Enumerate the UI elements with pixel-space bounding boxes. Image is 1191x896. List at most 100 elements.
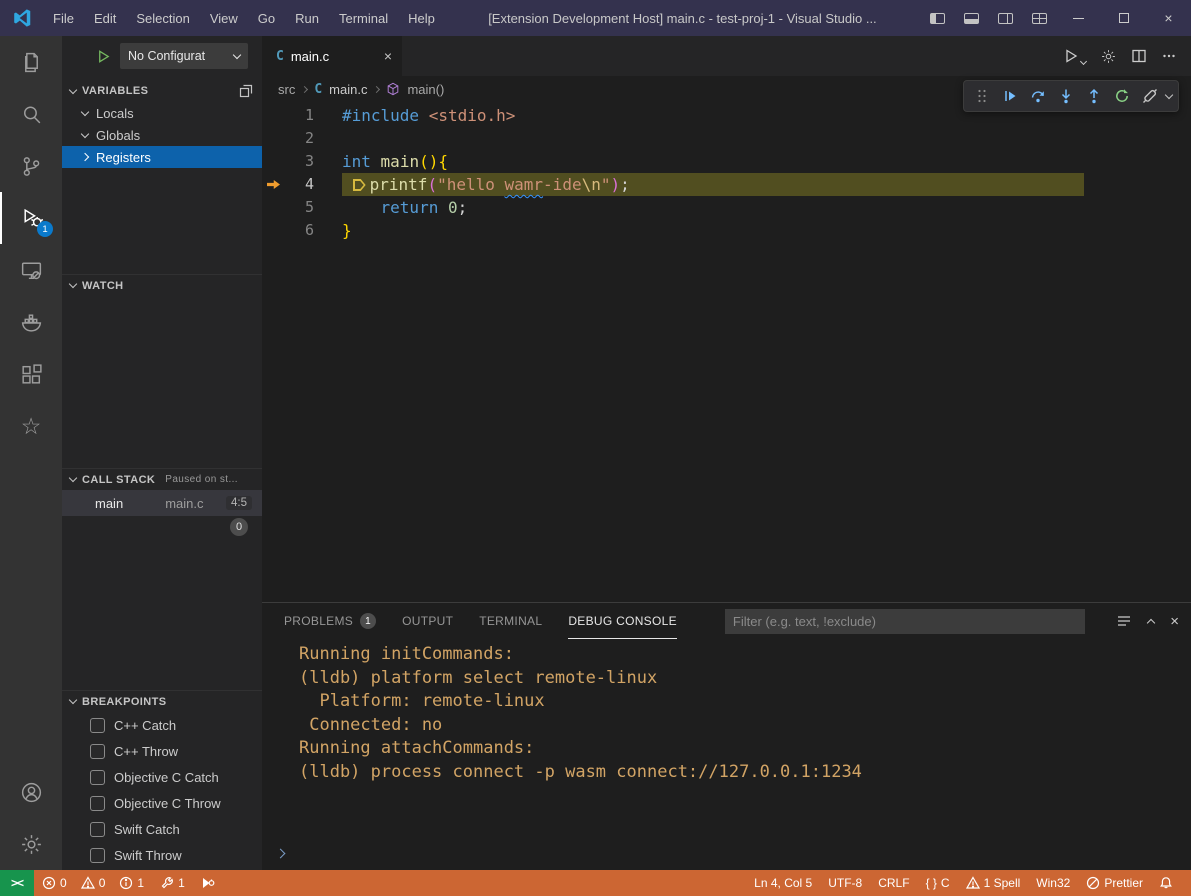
glyph-margin[interactable] [262,173,292,196]
debug-session-dropdown-icon[interactable] [1165,90,1173,98]
menu-item[interactable]: Terminal [329,6,398,31]
toolbar-drag-handle[interactable] [970,84,994,108]
breakpoint-item[interactable]: Objective C Throw [62,790,262,816]
debug-configuration-dropdown[interactable]: No Configurat [120,43,248,69]
menu-item[interactable]: Selection [126,6,199,31]
breakpoint-checkbox[interactable] [90,744,105,759]
breakpoint-item[interactable]: Objective C Catch [62,764,262,790]
run-or-debug-button[interactable] [1063,48,1086,64]
glyph-margin[interactable] [262,196,292,219]
debug-console-output[interactable]: Running initCommands:(lldb) platform sel… [262,639,1191,870]
tab-output[interactable]: OUTPUT [402,603,453,639]
breakpoint-item[interactable]: C++ Catch [62,712,262,738]
tab-debug-console[interactable]: DEBUG CONSOLE [568,603,677,639]
breakpoint-item[interactable]: Swift Catch [62,816,262,842]
step-into-button[interactable] [1054,84,1078,108]
breakpoint-item[interactable]: C++ Throw [62,738,262,764]
warning-count: 0 [99,876,106,890]
glyph-margin[interactable] [262,150,292,173]
code-editor[interactable]: 1#include <stdio.h>23int main(){4 printf… [262,102,1191,602]
menu-item[interactable]: Go [248,6,285,31]
disconnect-button[interactable] [1138,84,1162,108]
start-debug-icon[interactable] [96,49,111,64]
toggle-sidebar-icon[interactable] [920,0,954,36]
tools-status[interactable]: 1 [152,870,193,896]
breadcrumb-folder[interactable]: src [278,82,295,97]
watch-section-header[interactable]: WATCH [62,274,262,296]
console-filter-input[interactable] [725,609,1085,634]
info-count: 1 [137,876,144,890]
remote-indicator[interactable]: >< [0,870,34,896]
toggle-panel-icon[interactable] [954,0,988,36]
spell-status[interactable]: 1 Spell [958,870,1029,896]
problems-status[interactable]: 0 0 1 [34,870,152,896]
step-over-button[interactable] [1026,84,1050,108]
activity-explorer[interactable] [0,36,62,88]
close-tab-icon[interactable]: × [384,48,392,64]
notifications-status[interactable] [1151,870,1181,896]
inline-breakpoint-icon[interactable] [353,179,366,191]
code-line-6: 6} [262,219,1191,242]
menu-item[interactable]: File [43,6,84,31]
activity-search[interactable] [0,88,62,140]
collapse-all-icon[interactable] [238,83,254,99]
encoding-status[interactable]: UTF-8 [820,870,870,896]
menu-item[interactable]: View [200,6,248,31]
formatter-status[interactable]: Prettier [1078,870,1151,896]
callstack-section-header[interactable]: CALL STACK Paused on st... [62,468,262,490]
variables-group-globals[interactable]: Globals [62,124,262,146]
glyph-margin[interactable] [262,219,292,242]
console-input-prompt[interactable] [277,844,284,862]
maximize-button[interactable] [1101,0,1146,36]
close-button[interactable]: × [1146,0,1191,36]
variables-group-registers[interactable]: Registers [62,146,262,168]
close-panel-icon[interactable]: × [1170,613,1179,630]
breakpoint-checkbox[interactable] [90,796,105,811]
menu-item[interactable]: Help [398,6,445,31]
activity-favorites[interactable]: ☆ [0,400,62,452]
activity-source-control[interactable] [0,140,62,192]
restart-button[interactable] [1110,84,1134,108]
maximize-panel-icon[interactable] [1147,618,1155,626]
cursor-position-status[interactable]: Ln 4, Col 5 [746,870,820,896]
variables-section-header[interactable]: VARIABLES [62,80,262,102]
minimize-button[interactable] [1056,0,1101,36]
language-mode-status[interactable]: { } C [918,870,958,896]
eol-status[interactable]: CRLF [870,870,917,896]
more-actions-button[interactable] [1161,48,1177,64]
breakpoint-checkbox[interactable] [90,770,105,785]
info-icon [119,876,133,890]
glyph-margin[interactable] [262,127,292,150]
debug-status[interactable] [193,870,223,896]
breakpoints-section-header[interactable]: BREAKPOINTS [62,690,262,712]
menu-item[interactable]: Edit [84,6,126,31]
breakpoint-checkbox[interactable] [90,848,105,863]
breadcrumb-symbol[interactable]: main() [407,82,444,97]
activity-docker[interactable] [0,296,62,348]
console-menu-icon[interactable] [1116,613,1132,629]
split-editor-button[interactable] [1131,48,1147,64]
breadcrumb-file[interactable]: main.c [329,82,367,97]
activity-run-debug[interactable]: 1 [0,192,62,244]
activity-remote-explorer[interactable] [0,244,62,296]
variables-group-locals[interactable]: Locals [62,102,262,124]
continue-button[interactable] [998,84,1022,108]
breakpoint-checkbox[interactable] [90,718,105,733]
customize-layout-icon[interactable] [1022,0,1056,36]
step-out-button[interactable] [1082,84,1106,108]
glyph-margin[interactable] [262,104,292,127]
tab-terminal[interactable]: TERMINAL [479,603,542,639]
breakpoint-item[interactable]: Swift Throw [62,842,262,868]
activity-accounts[interactable] [0,766,62,818]
tab-problems[interactable]: PROBLEMS 1 [284,603,376,639]
menu-item[interactable]: Run [285,6,329,31]
activity-settings[interactable] [0,818,62,870]
code-text: printf("hello wamr-ide\n"); [342,173,630,196]
platform-status[interactable]: Win32 [1028,870,1078,896]
debug-settings-button[interactable] [1100,48,1117,65]
toggle-secondary-sidebar-icon[interactable] [988,0,1022,36]
stack-frame-row[interactable]: main main.c 4:5 [62,490,262,516]
tab-main-c[interactable]: C main.c × [262,36,402,76]
activity-extensions[interactable] [0,348,62,400]
breakpoint-checkbox[interactable] [90,822,105,837]
